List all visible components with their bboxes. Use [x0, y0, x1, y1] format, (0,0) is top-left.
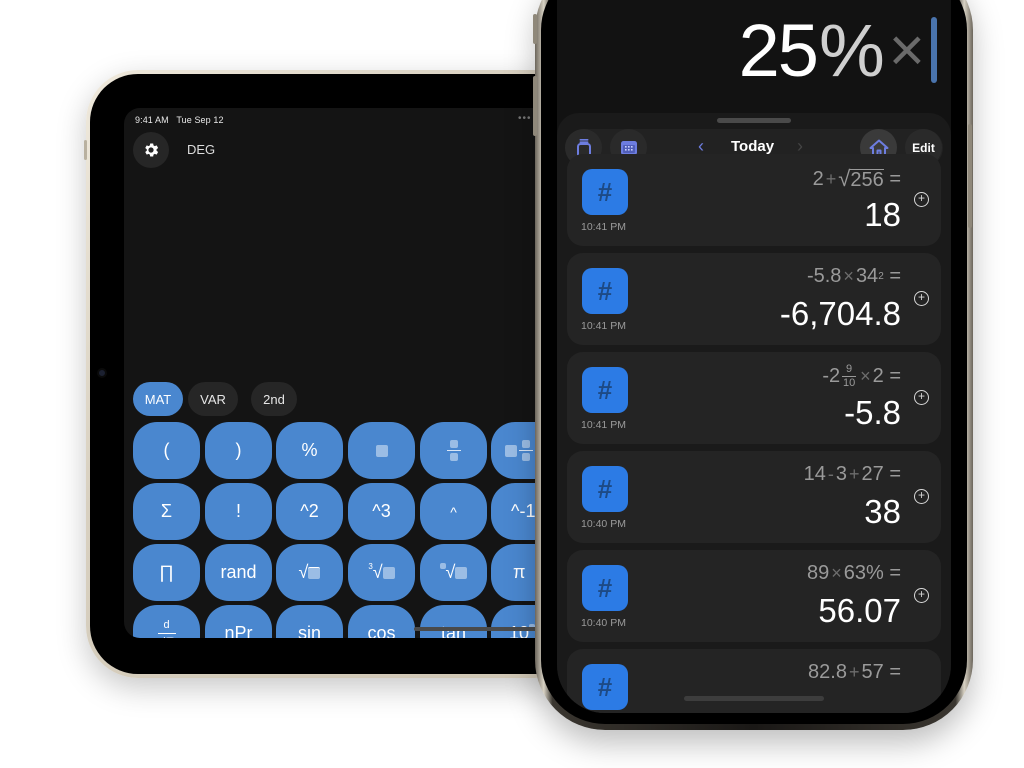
ipad-camera [97, 368, 107, 378]
display-number: 25 [738, 8, 819, 92]
add-to-expression-icon[interactable]: + [914, 192, 929, 207]
mode-pill-mat[interactable]: MAT [133, 382, 183, 416]
date-title: Today [731, 138, 775, 155]
history-result: 18 [864, 196, 901, 233]
status-time: 9:41 AM [135, 115, 169, 125]
calculator-display: 25 % × [738, 8, 937, 92]
key-npr[interactable]: nPr [205, 605, 272, 638]
settings-button[interactable] [133, 132, 169, 168]
key-box[interactable] [348, 422, 415, 479]
add-to-expression-icon[interactable]: + [914, 291, 929, 306]
add-to-expression-icon[interactable]: + [914, 588, 929, 603]
history-expression: 14-3 +27 = [803, 463, 901, 485]
key-square[interactable]: ^2 [276, 483, 343, 540]
history-time: 10:40 PM [581, 617, 626, 629]
history-result: -5.8 [844, 394, 901, 431]
ipad-screen: 9:41 AM Tue Sep 12 ••• DEG MAT VAR 2nd (… [124, 108, 554, 638]
history-sheet: ‹ Today › Edit # 10:41 PM 2 + √ 256 = 18 + [557, 113, 951, 713]
home-indicator[interactable] [684, 696, 824, 701]
history-row[interactable]: # 10:40 PM 89 × 63% = 56.07 + [567, 550, 941, 642]
key-sqrt[interactable]: √ [276, 544, 343, 601]
key-nth-root[interactable]: √ [420, 544, 487, 601]
history-time: 10:41 PM [581, 221, 626, 233]
sqrt-icon: √ [298, 562, 309, 582]
hash-icon: # [582, 268, 628, 314]
history-time: 10:41 PM [581, 419, 626, 431]
key-cos[interactable]: cos [348, 605, 415, 638]
placeholder-box-icon [375, 444, 388, 457]
hash-icon: # [582, 466, 628, 512]
hash-icon: # [582, 169, 628, 215]
history-row[interactable]: # 10:41 PM -5.8 × 34 2 = -6,704.8 + [567, 253, 941, 345]
home-indicator[interactable] [414, 627, 554, 631]
cube-root-icon: √ [372, 562, 383, 582]
fraction-icon [446, 439, 461, 462]
key-sin[interactable]: sin [276, 605, 343, 638]
history-expression: 82.8 +57 = [808, 661, 901, 683]
angle-mode-label[interactable]: DEG [187, 142, 215, 157]
history-result: -6,704.8 [779, 295, 901, 332]
hash-icon: # [582, 664, 628, 710]
iphone-volume-button [533, 14, 537, 44]
display-percent: % [818, 8, 885, 92]
key-product[interactable]: ∏ [133, 544, 200, 601]
key-percent[interactable]: % [276, 422, 343, 479]
key-derivative[interactable]: dd [133, 605, 200, 638]
key-cube-root[interactable]: 3 √ [348, 544, 415, 601]
history-time: 10:40 PM [581, 518, 626, 530]
hash-icon: # [582, 565, 628, 611]
key-fraction[interactable] [420, 422, 487, 479]
history-row[interactable]: # 82.8 +57 = [567, 649, 941, 713]
key-sigma[interactable]: Σ [133, 483, 200, 540]
sqrt-icon: √ [838, 166, 851, 191]
key-power[interactable]: ^ [420, 483, 487, 540]
history-result: 56.07 [818, 592, 901, 629]
add-to-expression-icon[interactable]: + [914, 390, 929, 405]
derivative-icon: dd [157, 619, 176, 638]
edit-label: Edit [912, 140, 935, 155]
display-operator: × [888, 15, 925, 85]
iphone-screen: 25 % × ‹ Today › Edit # 10:41 PM 2 + √ 2… [557, 0, 951, 713]
history-time: 10:41 PM [581, 320, 626, 332]
add-to-expression-icon[interactable]: + [914, 489, 929, 504]
history-expression: 89 × 63% = [806, 562, 901, 584]
key-tan[interactable]: tan [420, 605, 487, 638]
gear-icon [145, 143, 159, 157]
ipad-side-button [84, 140, 87, 160]
status-date: Tue Sep 12 [176, 115, 224, 125]
history-row[interactable]: # 10:41 PM 2 + √ 256 = 18 + [567, 154, 941, 246]
mode-pill-2nd[interactable]: 2nd [251, 382, 297, 416]
key-close-paren[interactable]: ) [205, 422, 272, 479]
mixed-fraction-icon [505, 444, 517, 457]
history-result: 38 [864, 493, 901, 530]
sheet-grabber[interactable] [717, 118, 791, 123]
history-expression: -2 9 10 × 2 = [822, 363, 901, 389]
key-cube[interactable]: ^3 [348, 483, 415, 540]
history-row[interactable]: # 10:40 PM 14-3 +27 = 38 + [567, 451, 941, 543]
iphone-volume-button [533, 76, 537, 136]
history-expression: 2 + √ 256 = [812, 166, 901, 191]
key-factorial[interactable]: ! [205, 483, 272, 540]
history-row[interactable]: # 10:41 PM -2 9 10 × 2 = -5.8 + [567, 352, 941, 444]
iphone-power-button [968, 124, 972, 228]
mode-pill-var[interactable]: VAR [188, 382, 238, 416]
more-dots-icon[interactable]: ••• [518, 113, 532, 124]
history-expression: -5.8 × 34 2 = [806, 265, 901, 287]
nth-root-icon: √ [445, 562, 456, 582]
key-open-paren[interactable]: ( [133, 422, 200, 479]
status-bar: 9:41 AM Tue Sep 12 [135, 115, 224, 125]
key-rand[interactable]: rand [205, 544, 272, 601]
text-cursor [931, 17, 937, 83]
hash-icon: # [582, 367, 628, 413]
